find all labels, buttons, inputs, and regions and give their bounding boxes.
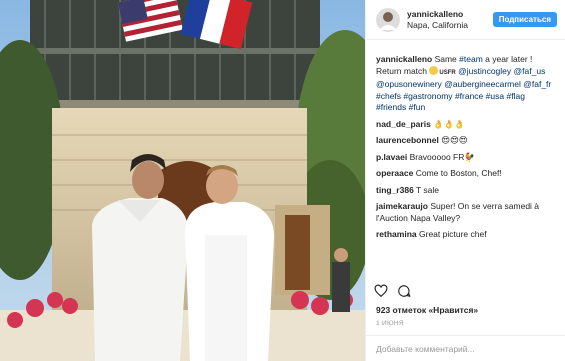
hashtag-link[interactable]: #chefs: [376, 91, 401, 101]
comment-username[interactable]: rethamina: [376, 229, 417, 239]
heart-icon: [374, 284, 388, 298]
avatar[interactable]: [376, 7, 400, 32]
comment-button[interactable]: [397, 284, 411, 298]
hashtag-link[interactable]: #flag: [506, 91, 524, 101]
like-button[interactable]: [374, 284, 388, 298]
caption: yannickalleno Same #team a year later ! …: [376, 54, 555, 114]
caption-text: Same: [432, 54, 460, 64]
mention-link[interactable]: @faf_us: [514, 66, 546, 76]
comment-item: p.lavaei Bravooooo FR🐓: [376, 152, 555, 164]
header-username[interactable]: yannickalleno: [407, 9, 493, 20]
mention-link[interactable]: @opusonewinery: [376, 79, 442, 89]
comment-item: rethamina Great picture chef: [376, 229, 555, 241]
comment-text: Bravooooo FR🐓: [409, 151, 475, 162]
hashtag-link[interactable]: #france: [455, 91, 483, 101]
likes-count[interactable]: 923 отметок «Нравится»: [376, 305, 478, 315]
mention-link[interactable]: @aubergineecarmel: [444, 79, 521, 89]
post-actions: [374, 284, 411, 298]
comment-username[interactable]: laurencebonnel: [376, 135, 439, 145]
comment-text: 👌👌👌: [433, 118, 465, 129]
comment-username[interactable]: ting_r386: [376, 185, 414, 195]
comment-item: nad_de_paris 👌👌👌: [376, 119, 555, 131]
comment-username[interactable]: p.lavaei: [376, 152, 407, 162]
emoji-label: USFR: [439, 69, 456, 76]
emoji-icon: [429, 65, 439, 75]
follow-button[interactable]: Подписаться: [492, 12, 557, 27]
add-comment-input[interactable]: [376, 343, 555, 354]
comment-item: laurencebonnel 😍😍😍: [376, 135, 555, 147]
comment-username[interactable]: operaace: [376, 168, 413, 178]
post-header: yannickalleno Napa, California Подписать…: [366, 0, 565, 40]
photo-illustration: [0, 0, 365, 361]
comment-text: T sale: [416, 184, 440, 195]
header-location[interactable]: Napa, California: [407, 20, 493, 31]
comment-username[interactable]: jaimekaraujo: [376, 201, 428, 211]
comment-item: operaace Come to Boston, Chef!: [376, 168, 555, 180]
post-date[interactable]: 1 июня: [376, 320, 404, 327]
comment-text: Come to Boston, Chef!: [415, 168, 502, 178]
comment-item: ting_r386 T sale: [376, 185, 555, 197]
comment-item: jaimekaraujo Super! On se verra samedi à…: [376, 201, 555, 224]
post-photo[interactable]: [0, 0, 365, 361]
comment-icon: [398, 285, 411, 297]
mention-link[interactable]: @faf_fr: [523, 79, 551, 89]
hashtag-link[interactable]: #team: [459, 54, 483, 64]
mention-link[interactable]: @justincogley: [458, 66, 511, 76]
comment-text: 😍😍😍: [441, 135, 468, 145]
hashtag-link[interactable]: #gastronomy: [403, 91, 452, 101]
post-side-panel: yannickalleno Napa, California Подписать…: [365, 0, 565, 361]
comment-username[interactable]: nad_de_paris: [376, 119, 431, 129]
hashtag-link[interactable]: #usa: [486, 91, 504, 101]
comment-text: Great picture chef: [419, 229, 487, 239]
instagram-post: yannickalleno Napa, California Подписать…: [0, 0, 565, 361]
avatar-icon: [376, 7, 400, 32]
hashtag-link[interactable]: #fun: [409, 102, 426, 112]
add-comment-bar: [366, 335, 565, 361]
hashtag-link[interactable]: #friends: [376, 102, 406, 112]
caption-username[interactable]: yannickalleno: [376, 54, 432, 64]
header-user-info: yannickalleno Napa, California: [407, 9, 493, 31]
comments-list: yannickalleno Same #team a year later ! …: [366, 40, 565, 241]
